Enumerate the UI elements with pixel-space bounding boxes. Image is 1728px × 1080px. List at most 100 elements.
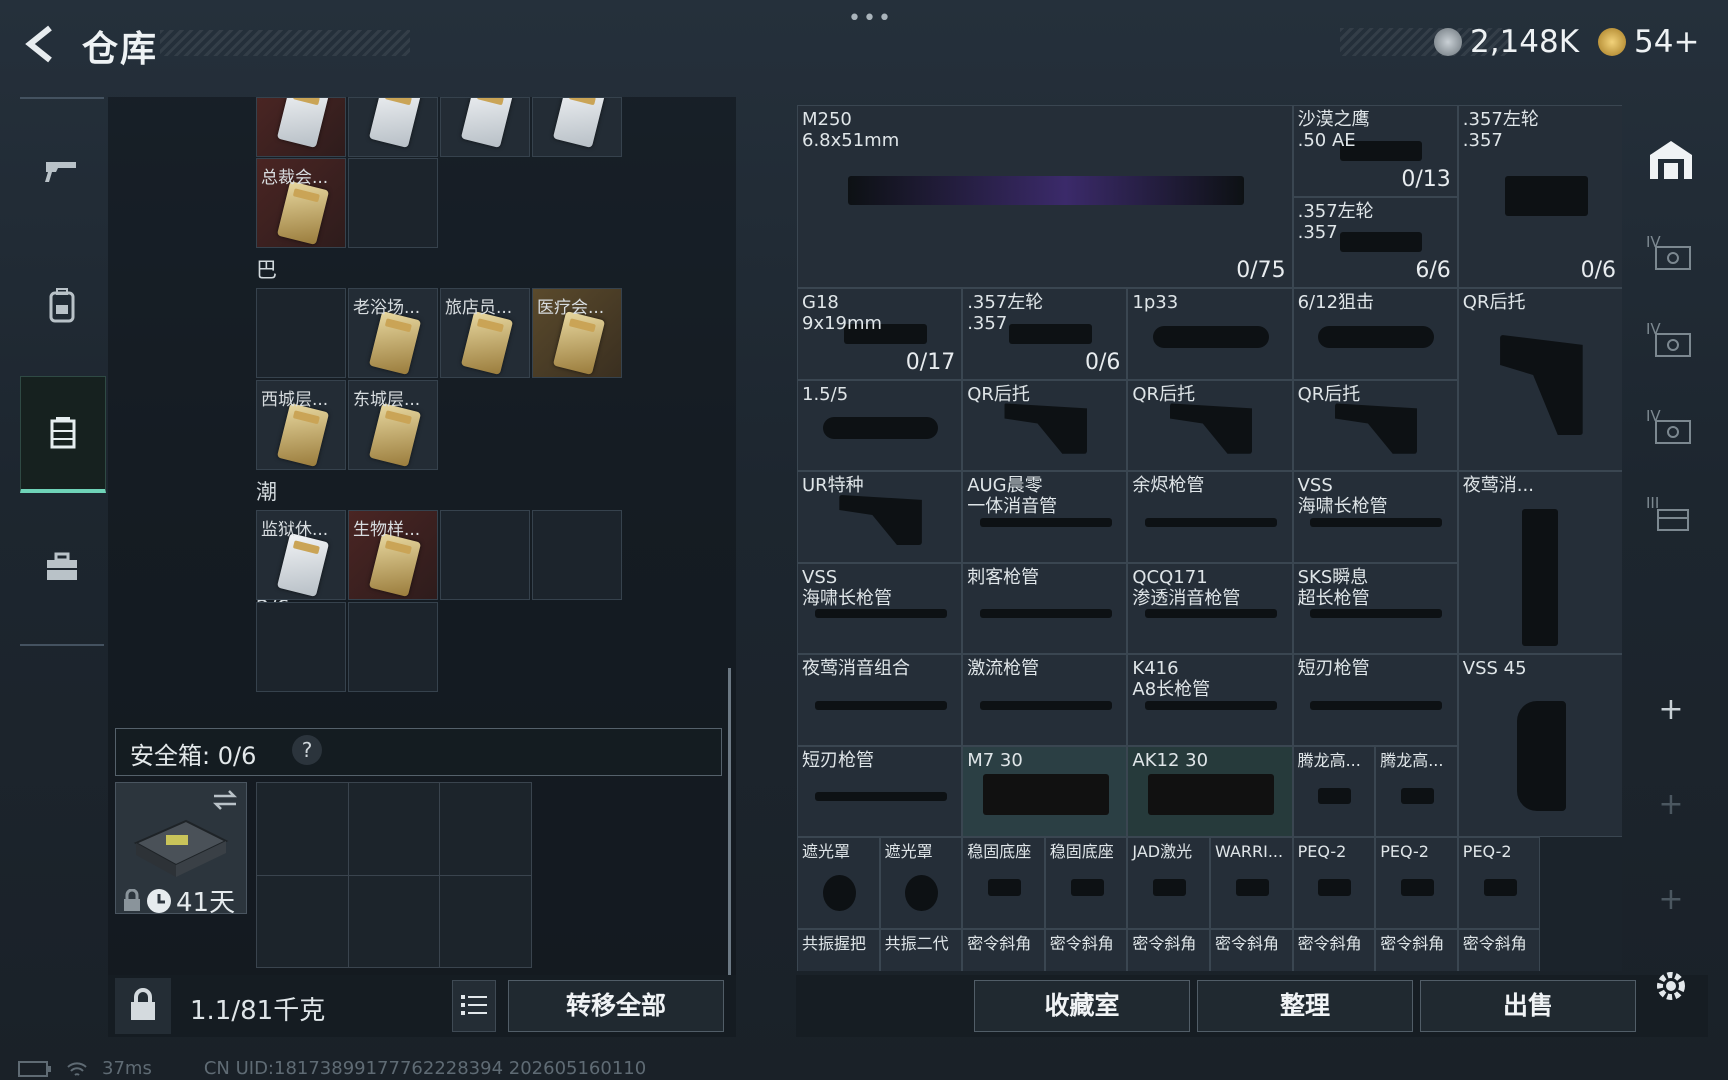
equipment-slot[interactable]: JAD激光 (1127, 837, 1210, 929)
back-arrow-icon[interactable] (20, 22, 64, 66)
equipment-name: VSS 45 (1462, 658, 1527, 679)
equipment-slot[interactable]: 1.5/5 (797, 379, 963, 471)
item-slot[interactable]: 生物样... (348, 510, 438, 600)
equipment-slot[interactable]: QR后托 (1127, 379, 1293, 471)
sell-button[interactable]: 出售 (1420, 980, 1636, 1032)
equipment-slot[interactable]: QR后托 (962, 379, 1128, 471)
item-slot[interactable] (440, 97, 530, 157)
add-slot-icon[interactable]: + (1646, 875, 1696, 925)
lock-button[interactable] (115, 978, 171, 1034)
equipment-slot[interactable]: .357左轮 .357 0/6 (1457, 105, 1622, 288)
equipment-slot[interactable]: WARRI... (1210, 837, 1293, 929)
equipment-slot[interactable]: AK12 30 (1127, 745, 1293, 837)
currency-coupons[interactable]: 54+ (1598, 24, 1699, 60)
item-slot[interactable] (256, 97, 346, 157)
equipment-slot[interactable]: QCQ171 渗透消音枪管 (1127, 562, 1293, 654)
equipment-slot[interactable]: QR后托 (1292, 379, 1458, 471)
equipment-slot[interactable]: VSS 45 (1457, 654, 1622, 837)
equipment-slot[interactable]: .357左轮 .357 6/6 (1292, 196, 1458, 288)
battery-icon (18, 1060, 51, 1077)
equipment-slot[interactable]: 夜莺消音组合 (797, 654, 963, 746)
empty-slot[interactable] (440, 510, 530, 600)
swap-icon[interactable] (212, 789, 238, 811)
ammo-count: 0/13 (1401, 166, 1451, 192)
item-slot[interactable]: 监狱休... (256, 510, 346, 600)
empty-slot[interactable] (256, 288, 346, 378)
equipment-slot[interactable]: 激流枪管 (962, 654, 1128, 746)
empty-slot[interactable] (348, 158, 438, 248)
add-slot-icon[interactable]: + (1646, 685, 1696, 735)
tier-slot-icon[interactable]: IV (1646, 320, 1696, 370)
equipment-slot[interactable]: 余烬枪管 (1127, 471, 1293, 563)
equipment-slot[interactable]: 短刃枪管 (1292, 654, 1458, 746)
list-view-button[interactable] (452, 980, 496, 1032)
item-slot[interactable]: 医疗会... (532, 288, 622, 378)
equipment-slot[interactable]: AUG晨零 一体消音管 (962, 471, 1128, 563)
equipment-slot[interactable]: VSS 海啸长枪管 (1292, 471, 1458, 563)
transfer-all-button[interactable]: 转移全部 (508, 980, 724, 1032)
equipment-slot[interactable]: QR后托 (1457, 288, 1622, 471)
tier-slot-icon[interactable]: III (1646, 494, 1696, 544)
equipment-slot[interactable]: 共振握把 (797, 928, 880, 971)
equipment-slot[interactable]: 密令斜角 (1127, 928, 1210, 971)
equipment-name: 1.5/5 (802, 383, 849, 405)
equipment-slot[interactable]: 1p33 (1127, 288, 1293, 380)
scope-item-icon (822, 417, 939, 440)
equipment-slot[interactable]: SKS瞬息 超长枪管 (1292, 562, 1458, 654)
item-slot[interactable] (348, 97, 438, 157)
rail-weapons[interactable] (20, 124, 104, 220)
settings-gear-icon[interactable] (1651, 966, 1691, 1006)
rail-container[interactable] (20, 376, 106, 493)
equipment-slot[interactable]: .357左轮 .357 0/6 (962, 288, 1128, 380)
equipment-slot[interactable]: 密令斜角 (962, 928, 1045, 971)
organize-button[interactable]: 整理 (1197, 980, 1413, 1032)
equipment-slot[interactable]: 遮光罩 (797, 837, 880, 929)
add-slot-icon[interactable]: + (1646, 780, 1696, 830)
warehouse-icon[interactable] (1646, 135, 1696, 185)
equipment-name: 夜莺消... (1462, 475, 1534, 496)
equipment-slot[interactable]: 腾龙高... (1292, 745, 1376, 837)
equipment-slot[interactable]: 腾龙高... (1375, 745, 1458, 837)
empty-slot[interactable] (532, 510, 622, 600)
equipment-slot[interactable]: 6/12狙击 (1292, 288, 1458, 380)
item-slot[interactable]: 总裁会... (256, 158, 346, 248)
equipment-slot[interactable]: VSS 海啸长枪管 (797, 562, 963, 654)
equipment-slot[interactable]: 密令斜角 (1375, 928, 1458, 971)
tier-slot-icon[interactable]: IV (1646, 407, 1696, 457)
equipment-slot[interactable]: M7 30 (962, 745, 1128, 837)
item-slot[interactable]: 东城层... (348, 380, 438, 470)
more-options-icon[interactable]: ••• (848, 6, 893, 31)
equipment-slot[interactable]: 夜莺消... (1457, 471, 1622, 654)
equipment-slot[interactable]: K416 A8长枪管 (1127, 654, 1293, 746)
collection-room-button[interactable]: 收藏室 (974, 980, 1190, 1032)
item-slot[interactable] (532, 97, 622, 157)
safe-box-grid[interactable] (256, 782, 532, 968)
equipment-slot[interactable]: 稳固底座 (962, 837, 1045, 929)
equipment-slot[interactable]: 密令斜角 (1210, 928, 1293, 971)
equipment-slot[interactable]: 短刃枪管 (797, 745, 963, 837)
item-slot[interactable]: 老浴场... (348, 288, 438, 378)
equipment-slot[interactable]: G18 9x19mm 0/17 (797, 288, 963, 380)
equipment-slot[interactable]: PEQ-2 (1375, 837, 1458, 929)
equipment-slot[interactable]: 共振二代 (879, 928, 963, 971)
tier-slot-icon[interactable]: IV (1646, 233, 1696, 283)
item-slot[interactable]: 西城层... (256, 380, 346, 470)
equipment-slot[interactable]: PEQ-2 (1292, 837, 1376, 929)
help-icon[interactable]: ? (292, 735, 322, 765)
equipment-slot[interactable]: PEQ-2 (1457, 837, 1541, 929)
equipment-slot[interactable]: 密令斜角 (1292, 928, 1376, 971)
equipment-slot[interactable]: 密令斜角 (1457, 928, 1541, 971)
stash-scrollbar[interactable] (728, 668, 731, 1028)
equipment-slot[interactable]: 密令斜角 (1044, 928, 1128, 971)
equipment-slot[interactable]: 沙漠之鹰 .50 AE 0/13 (1292, 105, 1458, 197)
equipment-slot[interactable]: 稳固底座 (1044, 837, 1128, 929)
equipment-slot[interactable]: 刺客枪管 (962, 562, 1128, 654)
equipment-slot[interactable]: UR特种 (797, 471, 963, 563)
equipment-slot[interactable]: M250 6.8x51mm 0/75 (797, 105, 1293, 288)
item-slot[interactable]: 旅店员... (440, 288, 530, 378)
empty-slot[interactable] (348, 602, 438, 692)
rail-backpack[interactable] (20, 257, 104, 353)
equipment-slot[interactable]: 遮光罩 (879, 837, 963, 929)
rail-toolbox[interactable] (20, 519, 104, 615)
empty-slot[interactable] (256, 602, 346, 692)
